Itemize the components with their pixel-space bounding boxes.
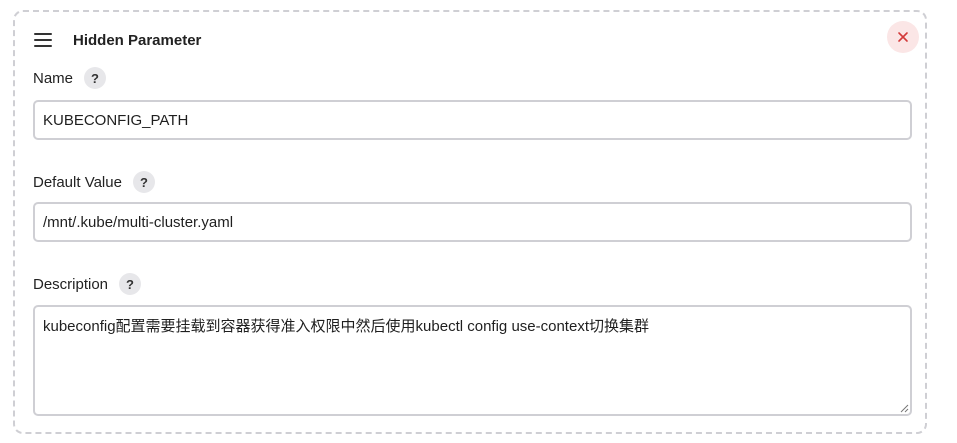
panel-title: Hidden Parameter [73, 31, 202, 49]
description-textarea[interactable]: kubeconfig配置需要挂载到容器获得准入权限中然后使用kubectl co… [33, 305, 912, 416]
description-label-row: Description ? [33, 273, 142, 295]
default-value-label: Default Value [33, 173, 122, 191]
resize-handle-icon[interactable] [899, 403, 909, 413]
close-icon [898, 32, 908, 42]
description-label: Description [33, 275, 109, 293]
default-value-label-row: Default Value ? [33, 171, 155, 193]
drag-handle-icon[interactable] [34, 33, 52, 47]
hidden-parameter-panel: Hidden Parameter Name ? Default Value ? … [13, 10, 927, 434]
panel-header: Hidden Parameter [34, 26, 201, 54]
name-help-button[interactable]: ? [84, 67, 107, 89]
name-label: Name [33, 69, 74, 87]
name-label-row: Name ? [33, 67, 107, 89]
default-value-input[interactable] [33, 202, 912, 242]
delete-parameter-button[interactable] [887, 21, 919, 53]
name-input[interactable] [33, 100, 912, 140]
description-help-button[interactable]: ? [119, 273, 142, 295]
default-value-help-button[interactable]: ? [132, 171, 155, 193]
